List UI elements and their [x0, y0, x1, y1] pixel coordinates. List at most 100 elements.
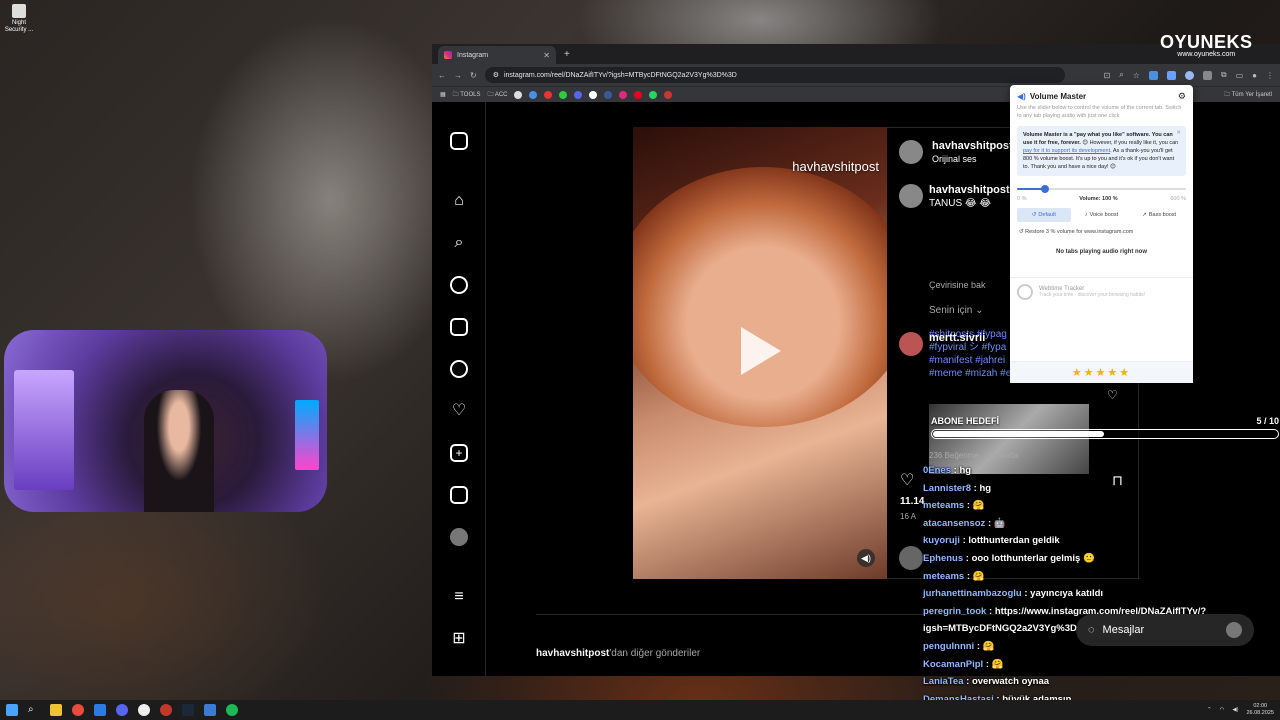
create-icon[interactable]: + [450, 444, 468, 462]
reels-icon[interactable] [450, 318, 468, 336]
more-posts-user[interactable]: havhavshitpost [536, 648, 609, 659]
volume-master-extension-icon[interactable] [1184, 70, 1194, 80]
all-bookmarks[interactable]: 🗀 Tüm Yer İşaretl [1224, 90, 1272, 100]
chat-username[interactable]: peregrin_took [923, 606, 986, 617]
chat-username[interactable]: jurhanettinambazoglu [923, 588, 1022, 599]
app-icon[interactable] [94, 704, 106, 716]
bookmark-icon[interactable] [514, 90, 523, 99]
reply-link[interactable]: Yanıtla [994, 451, 1018, 460]
install-icon[interactable]: ⊡ [1104, 71, 1111, 80]
commenter-name[interactable]: mertt.sivrii [929, 332, 985, 344]
bookmark-icon[interactable] [544, 90, 553, 99]
chat-username[interactable]: kuyoruji [923, 535, 960, 546]
chat-username[interactable]: atacansensoz [923, 518, 985, 529]
bookmark-icon[interactable] [664, 90, 673, 99]
also-from-meta-icon[interactable]: ⊞ [450, 630, 468, 648]
tray-chevron-icon[interactable]: ⌃ [1207, 707, 1212, 713]
close-tab-icon[interactable]: ✕ [543, 51, 550, 60]
bookmark-icon[interactable] [529, 90, 538, 99]
like-icon[interactable]: ♡ [900, 470, 914, 490]
commenter-avatar[interactable] [899, 332, 923, 356]
bookmark-star-icon[interactable]: ☆ [1133, 71, 1140, 80]
obs-icon[interactable] [138, 704, 150, 716]
chrome-icon[interactable] [72, 704, 84, 716]
rating-stars[interactable]: ★★★★★ [1010, 361, 1193, 383]
pay-link[interactable]: pay for it to support its development [1023, 148, 1110, 154]
bookmark-icon[interactable] [574, 90, 583, 99]
menu-icon[interactable]: ≡ [450, 588, 468, 606]
clock[interactable]: 02:00 26.08.2025 [1246, 703, 1274, 717]
bass-boost-button[interactable]: ➚ Bass boost [1132, 208, 1186, 222]
explore-icon[interactable] [450, 276, 468, 294]
chat-username[interactable]: Ephenus [923, 553, 963, 564]
dashboard-icon[interactable] [450, 486, 468, 504]
caption-user[interactable]: havhavshitpost [929, 184, 1010, 196]
chat-username[interactable]: 0Enes [923, 465, 951, 476]
pinterest-icon[interactable] [634, 90, 643, 99]
likes-count[interactable]: 11.14 [900, 496, 924, 507]
voice-boost-button[interactable]: ♪ Voice boost [1075, 208, 1129, 222]
search-icon[interactable]: ⌕ [450, 234, 468, 252]
address-bar[interactable]: ⚙ instagram.com/reel/DNaZAifITYv/?igsh=M… [484, 67, 1065, 83]
gear-icon[interactable]: ⚙ [1178, 91, 1186, 102]
see-translation-link[interactable]: Çevirisine bak [929, 280, 986, 290]
menu-kebab-icon[interactable]: ⋮ [1266, 71, 1274, 80]
heart-icon[interactable]: ♡ [450, 402, 468, 420]
bookmark-icon[interactable] [559, 90, 568, 99]
chat-username[interactable]: meteams [923, 571, 964, 582]
reel-video[interactable]: havhavshitpost ◀) [633, 127, 887, 579]
comment-like-count[interactable]: 236 Beğenme [929, 451, 979, 460]
chat-username[interactable]: LaniaTea [923, 676, 963, 687]
file-explorer-icon[interactable] [50, 704, 62, 716]
app-icon[interactable] [160, 704, 172, 716]
extension-icon[interactable] [1166, 70, 1176, 80]
bookmark-folder-acc[interactable]: 🗀 ACC [487, 90, 507, 100]
discord-icon[interactable] [116, 704, 128, 716]
extension-icon[interactable] [1202, 70, 1212, 80]
zoom-icon[interactable]: ⌕ [1119, 70, 1123, 80]
reload-icon[interactable]: ↻ [470, 71, 477, 80]
chat-username[interactable]: meteams [923, 500, 964, 511]
home-icon[interactable]: ⌂ [450, 192, 468, 210]
bookmark-icon[interactable] [604, 90, 613, 99]
author-avatar[interactable] [899, 140, 923, 164]
bookmark-folder-tools[interactable]: 🗀 TOOLS [453, 90, 481, 100]
steam-icon[interactable] [182, 704, 194, 716]
messenger-icon[interactable] [450, 360, 468, 378]
volume-icon[interactable]: ◀) [1232, 707, 1238, 713]
wifi-icon[interactable]: ◠ [1220, 707, 1225, 713]
messages-button[interactable]: ◌ Mesajlar [1076, 614, 1254, 646]
back-icon[interactable]: ← [438, 71, 446, 80]
chat-username[interactable]: KocamanPipl [923, 659, 983, 670]
play-icon[interactable] [741, 327, 781, 375]
start-icon[interactable] [6, 704, 18, 716]
slider-handle[interactable] [1041, 185, 1050, 193]
app-icon[interactable] [204, 704, 216, 716]
tracker-promo[interactable]: Webtime Tracker Track your time - discov… [1010, 277, 1193, 306]
site-info-icon[interactable]: ⚙ [493, 71, 499, 79]
sidebar-icon[interactable]: ▭ [1236, 71, 1244, 80]
volume-slider[interactable] [1017, 184, 1186, 194]
search-icon[interactable]: ⌕ [28, 704, 40, 716]
author-name[interactable]: havhavshitpost [932, 140, 1013, 152]
tab-instagram[interactable]: Instagram ✕ [438, 46, 556, 64]
mute-icon[interactable]: ◀) [857, 549, 875, 567]
whatsapp-icon[interactable] [649, 90, 658, 99]
apps-grid-icon[interactable]: ▦ [440, 91, 446, 98]
extension-icon[interactable] [1148, 70, 1158, 80]
forward-icon[interactable]: → [454, 71, 462, 80]
spotify-icon[interactable] [226, 704, 238, 716]
instagram-icon[interactable] [619, 90, 628, 99]
audio-label[interactable]: Orijinal ses [932, 154, 977, 164]
new-tab-icon[interactable]: + [564, 46, 570, 64]
close-icon[interactable]: ✕ [1176, 129, 1181, 137]
for-you-dropdown[interactable]: Senin için ⌄ [929, 305, 984, 316]
default-button[interactable]: ↺ Default [1017, 208, 1071, 222]
profile-icon[interactable]: ● [1252, 71, 1257, 80]
chat-username[interactable]: penguInnni [923, 641, 974, 652]
puzzle-icon[interactable]: ⧉ [1221, 70, 1227, 80]
x-icon[interactable] [589, 90, 598, 99]
instagram-logo-icon[interactable] [450, 132, 468, 150]
comment-like-icon[interactable]: ♡ [1107, 388, 1118, 402]
caption-avatar[interactable] [899, 184, 923, 208]
